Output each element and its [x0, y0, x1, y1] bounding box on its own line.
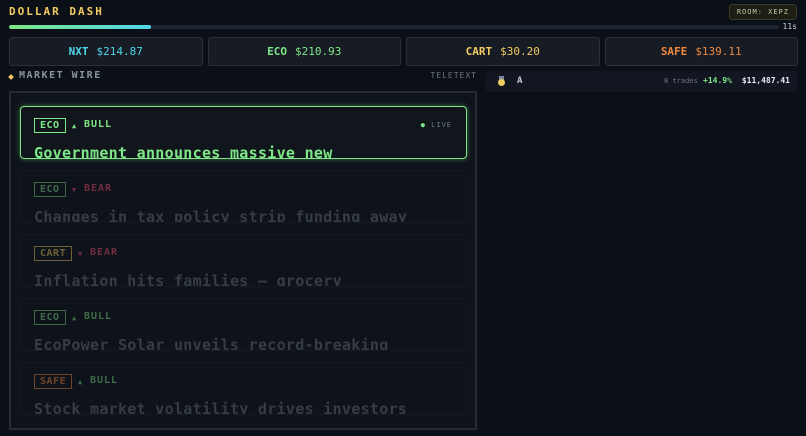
price-value: $214.87	[96, 45, 143, 58]
price-ticker: CART	[465, 45, 493, 58]
news-item[interactable]: ECO ▲ BULL ● LIVE Government announces massi…	[20, 106, 467, 159]
player-net-worth: $11,487.41	[741, 76, 790, 85]
live-dot-icon: ●	[420, 121, 432, 129]
news-item[interactable]: CART ▼ BEAR Inflation hits families — groce…	[20, 234, 467, 287]
price-card-safe[interactable]: SAFE $139.11	[604, 37, 798, 66]
player-change: +14.9%	[703, 76, 732, 85]
price-value: $139.11	[695, 45, 742, 58]
news-ticker-badge: ECO	[34, 182, 66, 197]
news-ticker-badge: ECO	[34, 310, 66, 325]
price-value: $210.93	[295, 45, 342, 58]
news-item[interactable]: SAFE ▲ BULL Stock market volatility drives …	[20, 362, 467, 415]
arrow-up-icon: ▲	[72, 314, 77, 322]
market-wire-header: MARKET WIRE TELETEXT	[8, 70, 477, 84]
price-ticker: SAFE	[660, 45, 688, 58]
round-timer-bar	[9, 25, 779, 29]
news-sentiment: BEAR	[84, 183, 113, 194]
market-wire-panel: ECO ▲ BULL ● LIVE Government announces massi…	[9, 91, 477, 430]
news-sentiment: BULL	[84, 119, 113, 130]
room-code-badge: ROOM: XEPZ	[728, 4, 797, 20]
news-ticker-badge: ECO	[34, 118, 66, 133]
price-ticker: NXT	[68, 45, 89, 58]
news-sentiment: BULL	[84, 311, 113, 322]
round-timer-fill	[9, 25, 152, 29]
player-name: A	[517, 76, 523, 86]
round-timer-label: 11s	[782, 22, 797, 31]
arrow-down-icon: ▼	[78, 250, 83, 258]
news-headline: EcoPower Solar unveils record-breaking	[34, 336, 389, 351]
player-trades: 8 trades	[664, 77, 698, 85]
news-headline: Government announces massive new	[34, 144, 333, 159]
news-ticker-badge: CART	[34, 246, 73, 261]
news-headline: Stock market volatility drives investors	[34, 400, 408, 415]
app-title: DOLLAR DASH	[9, 5, 104, 18]
price-ticker-bar: NXT $214.87 ECO $210.93 CART $30.20 SAFE $139.1…	[9, 37, 798, 66]
diamond-icon	[8, 74, 14, 80]
news-sentiment: BULL	[90, 375, 119, 386]
arrow-up-icon: ▲	[78, 378, 83, 386]
teletext-tag: TELETEXT	[430, 71, 477, 80]
news-sentiment: BEAR	[90, 247, 119, 258]
price-card-nxt[interactable]: NXT $214.87	[9, 37, 203, 66]
live-label: LIVE	[431, 121, 452, 129]
live-indicator: ● LIVE	[421, 121, 452, 129]
arrow-down-icon: ▼	[72, 186, 77, 194]
news-headline: Changes in tax policy strip funding away	[34, 208, 408, 223]
news-headline: Inflation hits families — grocery	[34, 272, 342, 287]
leaderboard-row: A 8 trades +14.9% $11,487.41	[486, 71, 798, 92]
market-wire-title: MARKET WIRE	[19, 70, 102, 81]
news-ticker-badge: SAFE	[34, 374, 73, 389]
price-card-eco[interactable]: ECO $210.93	[207, 37, 401, 66]
gold-medal-icon	[498, 76, 505, 86]
news-item[interactable]: ECO ▼ BEAR Changes in tax policy strip fund…	[20, 170, 467, 223]
price-value: $30.20	[500, 45, 540, 58]
price-ticker: ECO	[267, 45, 287, 58]
news-item[interactable]: ECO ▲ BULL EcoPower Solar unveils record-br…	[20, 298, 467, 351]
price-card-cart[interactable]: CART $30.20	[406, 37, 600, 66]
arrow-up-icon: ▲	[72, 122, 77, 130]
